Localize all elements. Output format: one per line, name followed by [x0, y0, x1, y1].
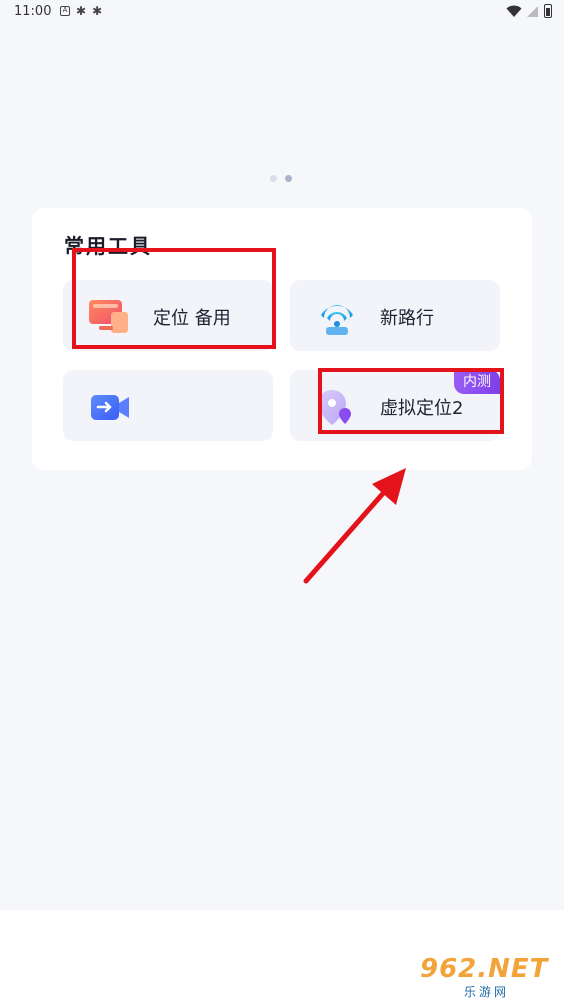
page-indicator [270, 175, 292, 182]
tool-tile-new-route[interactable]: 新路行 [290, 280, 500, 351]
watermark-brand: 962.NET [420, 954, 549, 984]
watermark-subtitle: 乐游网 [464, 985, 510, 999]
notification-icons: A ✱ ✱ [60, 4, 102, 18]
notification-bug-icon: ✱ [76, 4, 87, 18]
highlight-box [318, 368, 504, 434]
wifi-icon [506, 5, 522, 17]
wifi-location-icon [321, 305, 353, 335]
video-transfer-icon [91, 395, 129, 420]
watermark-logo: 962.NET 乐游网 [420, 954, 556, 999]
battery-icon [544, 4, 552, 18]
annotation-arrow-icon [303, 468, 406, 584]
tool-label: 新路行 [380, 308, 434, 329]
app-screen: 11:00 A ✱ ✱ 常用工具 定位 备用 新路行 虚拟定位2 内测 [0, 0, 564, 910]
tool-tile-video-transfer[interactable] [63, 370, 273, 441]
status-bar: 11:00 A ✱ ✱ [0, 0, 564, 24]
page-dot[interactable] [270, 175, 277, 182]
signal-icon [527, 5, 538, 17]
status-time: 11:00 [14, 4, 52, 19]
page-dot-active[interactable] [285, 175, 292, 182]
notification-app-icon: A [60, 6, 70, 16]
notification-bug-icon: ✱ [92, 4, 103, 18]
highlight-box [72, 248, 276, 349]
system-icons [506, 4, 552, 18]
